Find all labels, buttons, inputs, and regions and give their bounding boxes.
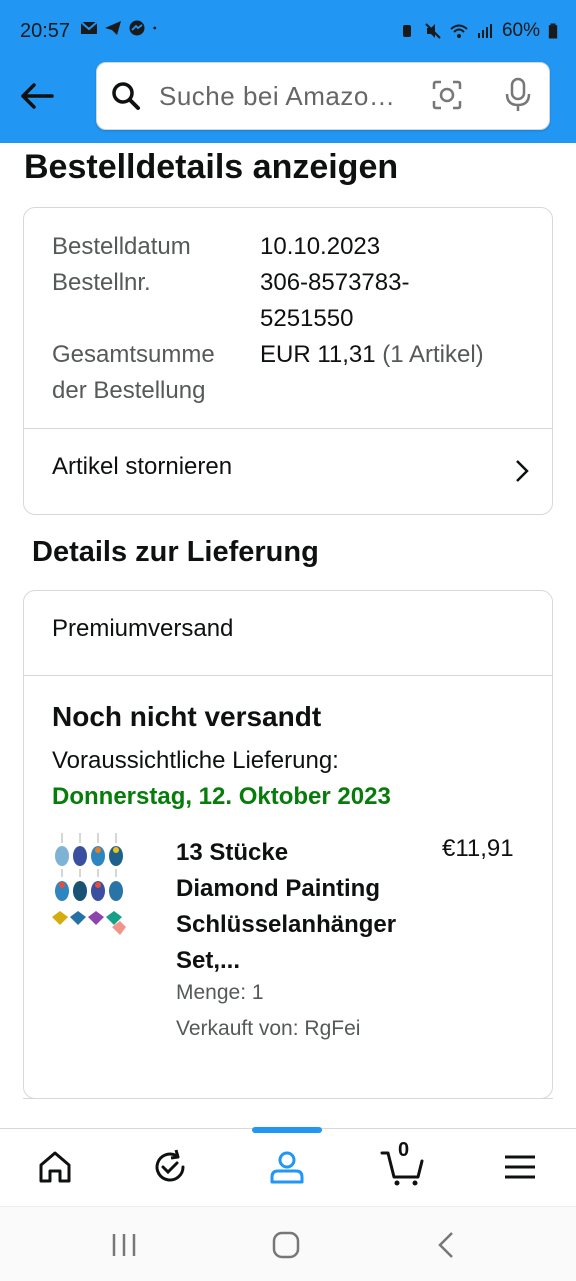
system-status: 60%: [398, 20, 558, 42]
product-title-line: 13 Stücke: [176, 839, 289, 866]
product-quantity: Menge: 1: [176, 981, 264, 1004]
product-title-line: Diamond Painting: [176, 875, 380, 902]
wifi-icon: [450, 24, 468, 38]
app-header: Suche bei Amazo…: [0, 62, 576, 143]
product-thumbnail-image[interactable]: [50, 831, 126, 941]
active-tab-indicator: [252, 1127, 322, 1133]
order-total-value: EUR 11,31 (1 Artikel): [260, 337, 484, 373]
cart-button[interactable]: 0: [380, 1139, 426, 1187]
eta-label: Voraussichtliche Lieferung:: [52, 747, 339, 774]
back-button[interactable]: [14, 76, 60, 116]
search-bar[interactable]: Suche bei Amazo…: [96, 62, 550, 130]
shipping-type: Premiumversand: [52, 615, 234, 642]
order-date-value: 10.10.2023: [260, 233, 381, 260]
dot-icon: [153, 26, 157, 30]
status-bar: 20:57 60%: [0, 0, 576, 62]
microphone-icon[interactable]: [503, 77, 533, 113]
clock: 20:57: [20, 20, 71, 42]
order-total-label-line1: Gesamtsumme: [52, 341, 215, 368]
signal-icon: [477, 24, 492, 38]
telegram-icon: [105, 21, 121, 35]
mute-icon: [425, 23, 441, 39]
mail-icon: [80, 21, 98, 34]
bottom-navigation: 0: [0, 1127, 576, 1207]
cart-count-badge: 0: [398, 1139, 410, 1161]
messenger-icon: [129, 20, 145, 36]
product-seller: Verkauft von: RgFei: [176, 1017, 361, 1040]
battery-percent: 60%: [501, 20, 540, 41]
notification-icons: [80, 20, 162, 36]
order-number-value-line1: 306-8573783-: [260, 269, 410, 296]
orders-refresh-icon[interactable]: [150, 1147, 190, 1187]
delivery-section-title: Details zur Lieferung: [32, 536, 319, 568]
order-total-label-line2: der Bestellung: [52, 377, 206, 404]
search-input[interactable]: Suche bei Amazo…: [159, 81, 395, 112]
back-chevron-icon[interactable]: [432, 1229, 464, 1261]
camera-scan-icon[interactable]: [431, 79, 463, 111]
product-title-link[interactable]: 13 Stücke Diamond Painting Schlüsselanhä…: [176, 835, 426, 979]
home-icon[interactable]: [35, 1147, 75, 1187]
order-date-label: Bestelldatum: [52, 233, 191, 260]
battery-icon: [548, 23, 558, 39]
eta-date: Donnerstag, 12. Oktober 2023: [52, 783, 391, 810]
page-title: Bestelldetails anzeigen: [24, 148, 399, 186]
cancel-items-row[interactable]: Artikel stornieren: [24, 429, 552, 513]
android-navigation-bar: [0, 1206, 576, 1281]
order-number-label: Bestellnr.: [52, 269, 151, 296]
product-price: €11,91: [442, 835, 514, 862]
chevron-right-icon: [516, 460, 529, 482]
alarm-icon: [402, 25, 411, 37]
product-title-line: Set,...: [176, 947, 241, 974]
cancel-items-label: Artikel stornieren: [52, 453, 233, 480]
menu-icon[interactable]: [500, 1147, 540, 1187]
product-title-line: Schlüsselanhänger: [176, 911, 397, 938]
account-icon[interactable]: [267, 1147, 307, 1187]
arrow-left-icon: [21, 83, 54, 109]
order-number-value-line2: 5251550: [260, 305, 354, 332]
divider: [24, 675, 552, 676]
recent-apps-icon[interactable]: [108, 1229, 140, 1261]
home-circle-icon[interactable]: [270, 1229, 302, 1261]
order-total-amount: EUR 11,31: [260, 341, 376, 368]
order-total-items: (1 Artikel): [382, 341, 484, 368]
delivery-card: Premiumversand Noch nicht versandt Vorau…: [23, 590, 553, 1099]
search-icon: [112, 82, 140, 110]
divider: [23, 1098, 553, 1099]
order-summary-card: Bestelldatum 10.10.2023 Bestellnr. 306-8…: [23, 207, 553, 515]
shipment-status: Noch nicht versandt: [52, 701, 322, 732]
